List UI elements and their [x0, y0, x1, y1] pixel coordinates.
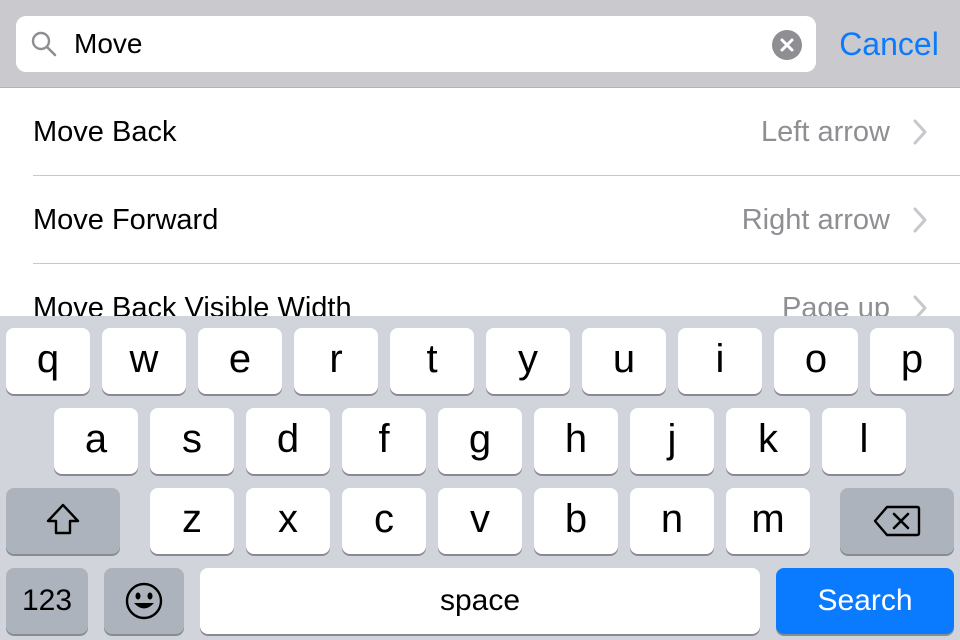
- key-n[interactable]: n: [630, 488, 714, 554]
- chevron-right-icon: [913, 295, 927, 316]
- results-list: Move Back Left arrow Move Forward Right …: [0, 88, 960, 316]
- key-label: r: [329, 337, 343, 381]
- key-label: o: [804, 337, 828, 381]
- key-label: l: [859, 417, 869, 461]
- list-item-label: Move Forward: [33, 204, 219, 236]
- key-label: i: [715, 337, 725, 381]
- space-key[interactable]: space: [200, 568, 760, 634]
- key-o[interactable]: o: [774, 328, 858, 394]
- shift-key[interactable]: [6, 488, 120, 554]
- key-v[interactable]: v: [438, 488, 522, 554]
- key-label: z: [182, 497, 202, 541]
- key-label: g: [468, 417, 492, 461]
- key-label: b: [564, 497, 588, 541]
- key-t[interactable]: t: [390, 328, 474, 394]
- key-label: space: [439, 584, 521, 617]
- key-label: m: [751, 497, 785, 541]
- keyboard: q w e r t y u i o p a s d f g h j k l z …: [0, 316, 960, 640]
- delete-icon: [873, 505, 921, 537]
- key-x[interactable]: x: [246, 488, 330, 554]
- key-label: f: [378, 417, 390, 461]
- key-c[interactable]: c: [342, 488, 426, 554]
- list-item-label: Move Back: [33, 116, 177, 148]
- key-label: p: [900, 337, 924, 381]
- key-label: h: [564, 417, 588, 461]
- key-w[interactable]: w: [102, 328, 186, 394]
- search-icon: [31, 31, 57, 57]
- key-h[interactable]: h: [534, 408, 618, 474]
- numbers-key[interactable]: 123: [6, 568, 88, 634]
- key-j[interactable]: j: [630, 408, 714, 474]
- delete-key[interactable]: [840, 488, 954, 554]
- chevron-right-icon: [913, 207, 927, 233]
- key-label: 123: [21, 584, 73, 617]
- list-item-detail: Right arrow: [741, 204, 890, 236]
- key-e[interactable]: e: [198, 328, 282, 394]
- key-label: c: [374, 497, 394, 541]
- key-p[interactable]: p: [870, 328, 954, 394]
- key-label: Search: [817, 584, 913, 617]
- search-key[interactable]: Search: [776, 568, 954, 634]
- list-item-detail: Page up: [781, 292, 890, 316]
- cancel-button[interactable]: Cancel: [826, 16, 952, 72]
- key-label: y: [518, 337, 538, 381]
- key-g[interactable]: g: [438, 408, 522, 474]
- key-l[interactable]: l: [822, 408, 906, 474]
- key-r[interactable]: r: [294, 328, 378, 394]
- list-item[interactable]: Move Forward Right arrow: [0, 176, 960, 264]
- list-item-label: Move Back Visible Width: [33, 292, 352, 316]
- key-label: a: [84, 417, 108, 461]
- key-label: v: [470, 497, 490, 541]
- list-item[interactable]: Move Back Left arrow: [0, 88, 960, 176]
- key-d[interactable]: d: [246, 408, 330, 474]
- search-input[interactable]: [74, 16, 764, 72]
- key-a[interactable]: a: [54, 408, 138, 474]
- key-label: n: [660, 497, 684, 541]
- list-item[interactable]: Move Back Visible Width Page up: [0, 264, 960, 316]
- key-m[interactable]: m: [726, 488, 810, 554]
- key-label: w: [129, 337, 159, 381]
- key-y[interactable]: y: [486, 328, 570, 394]
- shift-icon: [46, 503, 80, 535]
- key-q[interactable]: q: [6, 328, 90, 394]
- emoji-key[interactable]: [104, 568, 184, 634]
- search-bar: Cancel: [0, 0, 960, 88]
- chevron-right-icon: [913, 119, 927, 145]
- clear-icon[interactable]: [772, 30, 802, 60]
- emoji-icon: [125, 582, 163, 620]
- key-b[interactable]: b: [534, 488, 618, 554]
- key-label: t: [426, 337, 438, 381]
- key-label: j: [667, 417, 677, 461]
- key-i[interactable]: i: [678, 328, 762, 394]
- key-s[interactable]: s: [150, 408, 234, 474]
- key-z[interactable]: z: [150, 488, 234, 554]
- key-label: q: [36, 337, 60, 381]
- search-field[interactable]: [16, 16, 816, 72]
- key-label: k: [758, 417, 778, 461]
- key-label: s: [182, 417, 202, 461]
- key-label: x: [278, 497, 298, 541]
- key-label: e: [228, 337, 252, 381]
- key-k[interactable]: k: [726, 408, 810, 474]
- key-label: d: [276, 417, 300, 461]
- key-label: u: [612, 337, 636, 381]
- key-f[interactable]: f: [342, 408, 426, 474]
- list-item-detail: Left arrow: [761, 116, 890, 148]
- key-u[interactable]: u: [582, 328, 666, 394]
